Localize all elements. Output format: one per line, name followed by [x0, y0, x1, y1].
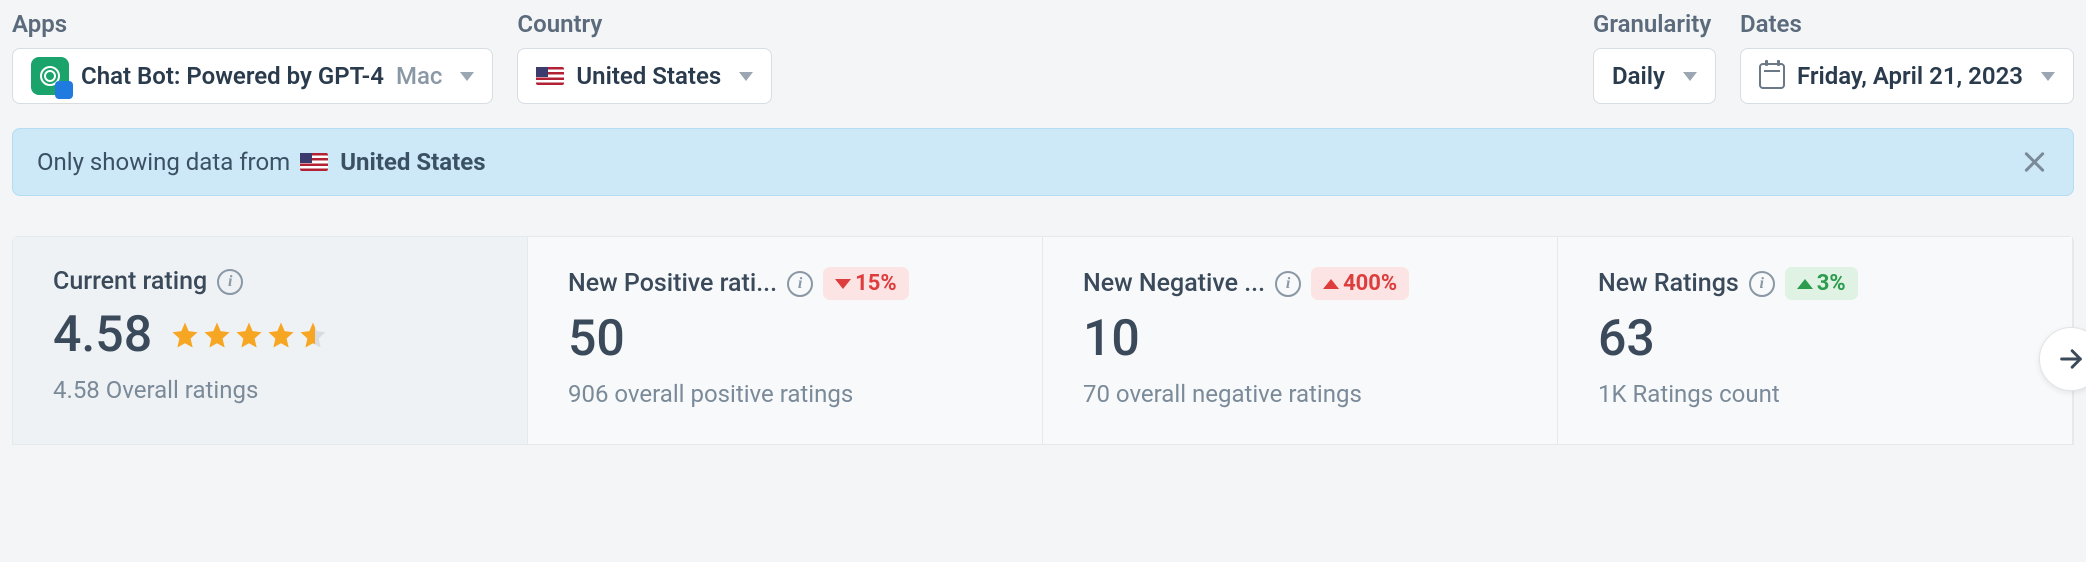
close-icon[interactable]	[2019, 147, 2049, 177]
chevron-down-icon	[739, 72, 753, 81]
card-title: New Ratings	[1598, 269, 1739, 298]
filter-label-country: Country	[517, 10, 772, 38]
filter-dates: Dates Friday, April 21, 2023	[1740, 10, 2074, 104]
metrics-cards: Current rating i 4.58 4.58 Overall ratin…	[12, 236, 2074, 445]
card-new-negative[interactable]: New Negative ... i 400% 10 70 overall ne…	[1043, 237, 1558, 444]
up-arrow-icon	[1797, 279, 1813, 289]
card-value: 50	[568, 314, 625, 364]
info-banner: Only showing data from United States	[12, 128, 2074, 196]
up-arrow-icon	[1323, 279, 1339, 289]
filter-apps: Apps Chat Bot: Powered by GPT-4 Mac	[12, 10, 493, 104]
chevron-down-icon	[460, 72, 474, 81]
us-flag-icon	[536, 67, 564, 85]
card-value: 10	[1083, 314, 1140, 364]
filter-label-apps: Apps	[12, 10, 493, 38]
info-icon[interactable]: i	[1275, 271, 1301, 297]
delta-value: 400%	[1343, 271, 1397, 296]
delta-value: 3%	[1817, 271, 1846, 296]
card-subtitle: 4.58 Overall ratings	[53, 376, 487, 404]
granularity-dropdown[interactable]: Daily	[1593, 48, 1716, 104]
delta-badge: 15%	[823, 267, 909, 300]
info-icon[interactable]: i	[1749, 271, 1775, 297]
delta-badge: 400%	[1311, 267, 1409, 300]
granularity-dropdown-value: Daily	[1612, 62, 1665, 90]
card-value: 63	[1598, 314, 1655, 364]
dates-dropdown[interactable]: Friday, April 21, 2023	[1740, 48, 2074, 104]
info-icon[interactable]: i	[787, 271, 813, 297]
apps-dropdown-value: Chat Bot: Powered by GPT-4	[81, 62, 384, 90]
info-icon[interactable]: i	[217, 269, 243, 295]
delta-badge: 3%	[1785, 267, 1858, 300]
filter-label-dates: Dates	[1740, 10, 2074, 38]
card-current-rating[interactable]: Current rating i 4.58 4.58 Overall ratin…	[13, 237, 528, 444]
card-subtitle: 1K Ratings count	[1598, 380, 2032, 408]
delta-value: 15%	[855, 271, 897, 296]
card-title: New Negative ...	[1083, 269, 1265, 298]
card-new-ratings[interactable]: New Ratings i 3% 63 1K Ratings count	[1558, 237, 2073, 444]
card-new-positive[interactable]: New Positive rati... i 15% 50 906 overal…	[528, 237, 1043, 444]
filter-country: Country United States	[517, 10, 772, 104]
banner-country: United States	[340, 148, 485, 176]
dates-dropdown-value: Friday, April 21, 2023	[1797, 62, 2023, 90]
app-icon	[31, 57, 69, 95]
country-dropdown-value: United States	[576, 62, 721, 90]
filter-granularity: Granularity Daily	[1593, 10, 1716, 104]
banner-prefix: Only showing data from	[37, 148, 290, 176]
apps-dropdown[interactable]: Chat Bot: Powered by GPT-4 Mac	[12, 48, 493, 104]
card-subtitle: 906 overall positive ratings	[568, 380, 1002, 408]
chevron-down-icon	[1683, 72, 1697, 81]
card-value: 4.58	[53, 310, 152, 360]
stars-icon	[170, 320, 328, 350]
calendar-icon	[1759, 63, 1785, 89]
chevron-down-icon	[2041, 72, 2055, 81]
us-flag-icon	[300, 153, 328, 171]
card-title: Current rating	[53, 267, 207, 296]
card-title: New Positive rati...	[568, 269, 777, 298]
country-dropdown[interactable]: United States	[517, 48, 772, 104]
filter-label-granularity: Granularity	[1593, 10, 1716, 38]
filters-row: Apps Chat Bot: Powered by GPT-4 Mac Coun…	[0, 0, 2086, 104]
apps-dropdown-platform: Mac	[396, 62, 442, 90]
down-arrow-icon	[835, 279, 851, 289]
card-subtitle: 70 overall negative ratings	[1083, 380, 1517, 408]
